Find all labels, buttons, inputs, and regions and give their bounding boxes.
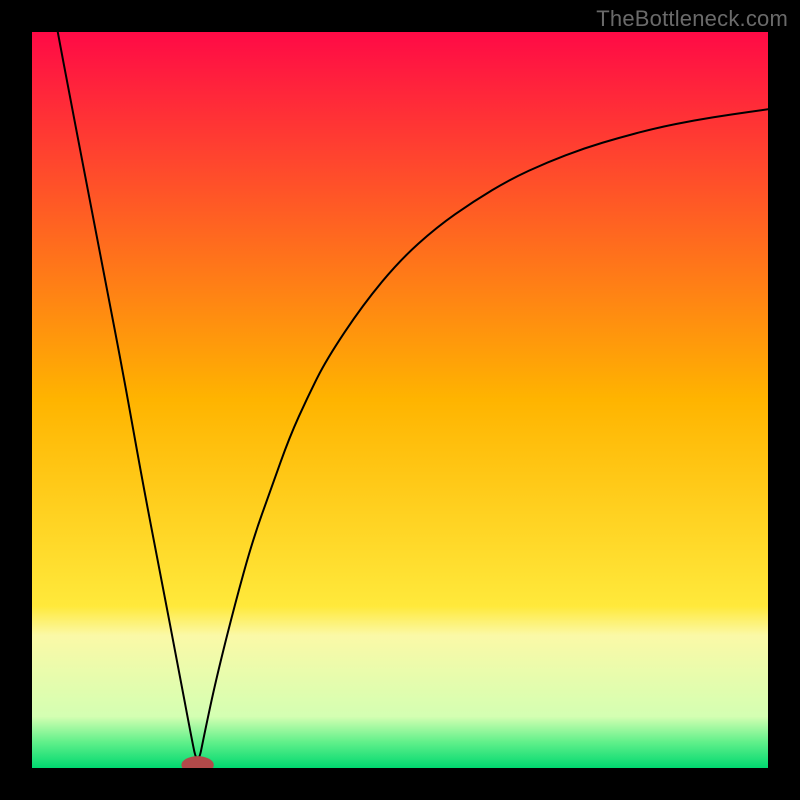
gradient-background	[32, 32, 768, 768]
watermark-text: TheBottleneck.com	[596, 6, 788, 32]
chart-svg	[32, 32, 768, 768]
chart-frame: TheBottleneck.com	[0, 0, 800, 800]
plot-area	[32, 32, 768, 768]
